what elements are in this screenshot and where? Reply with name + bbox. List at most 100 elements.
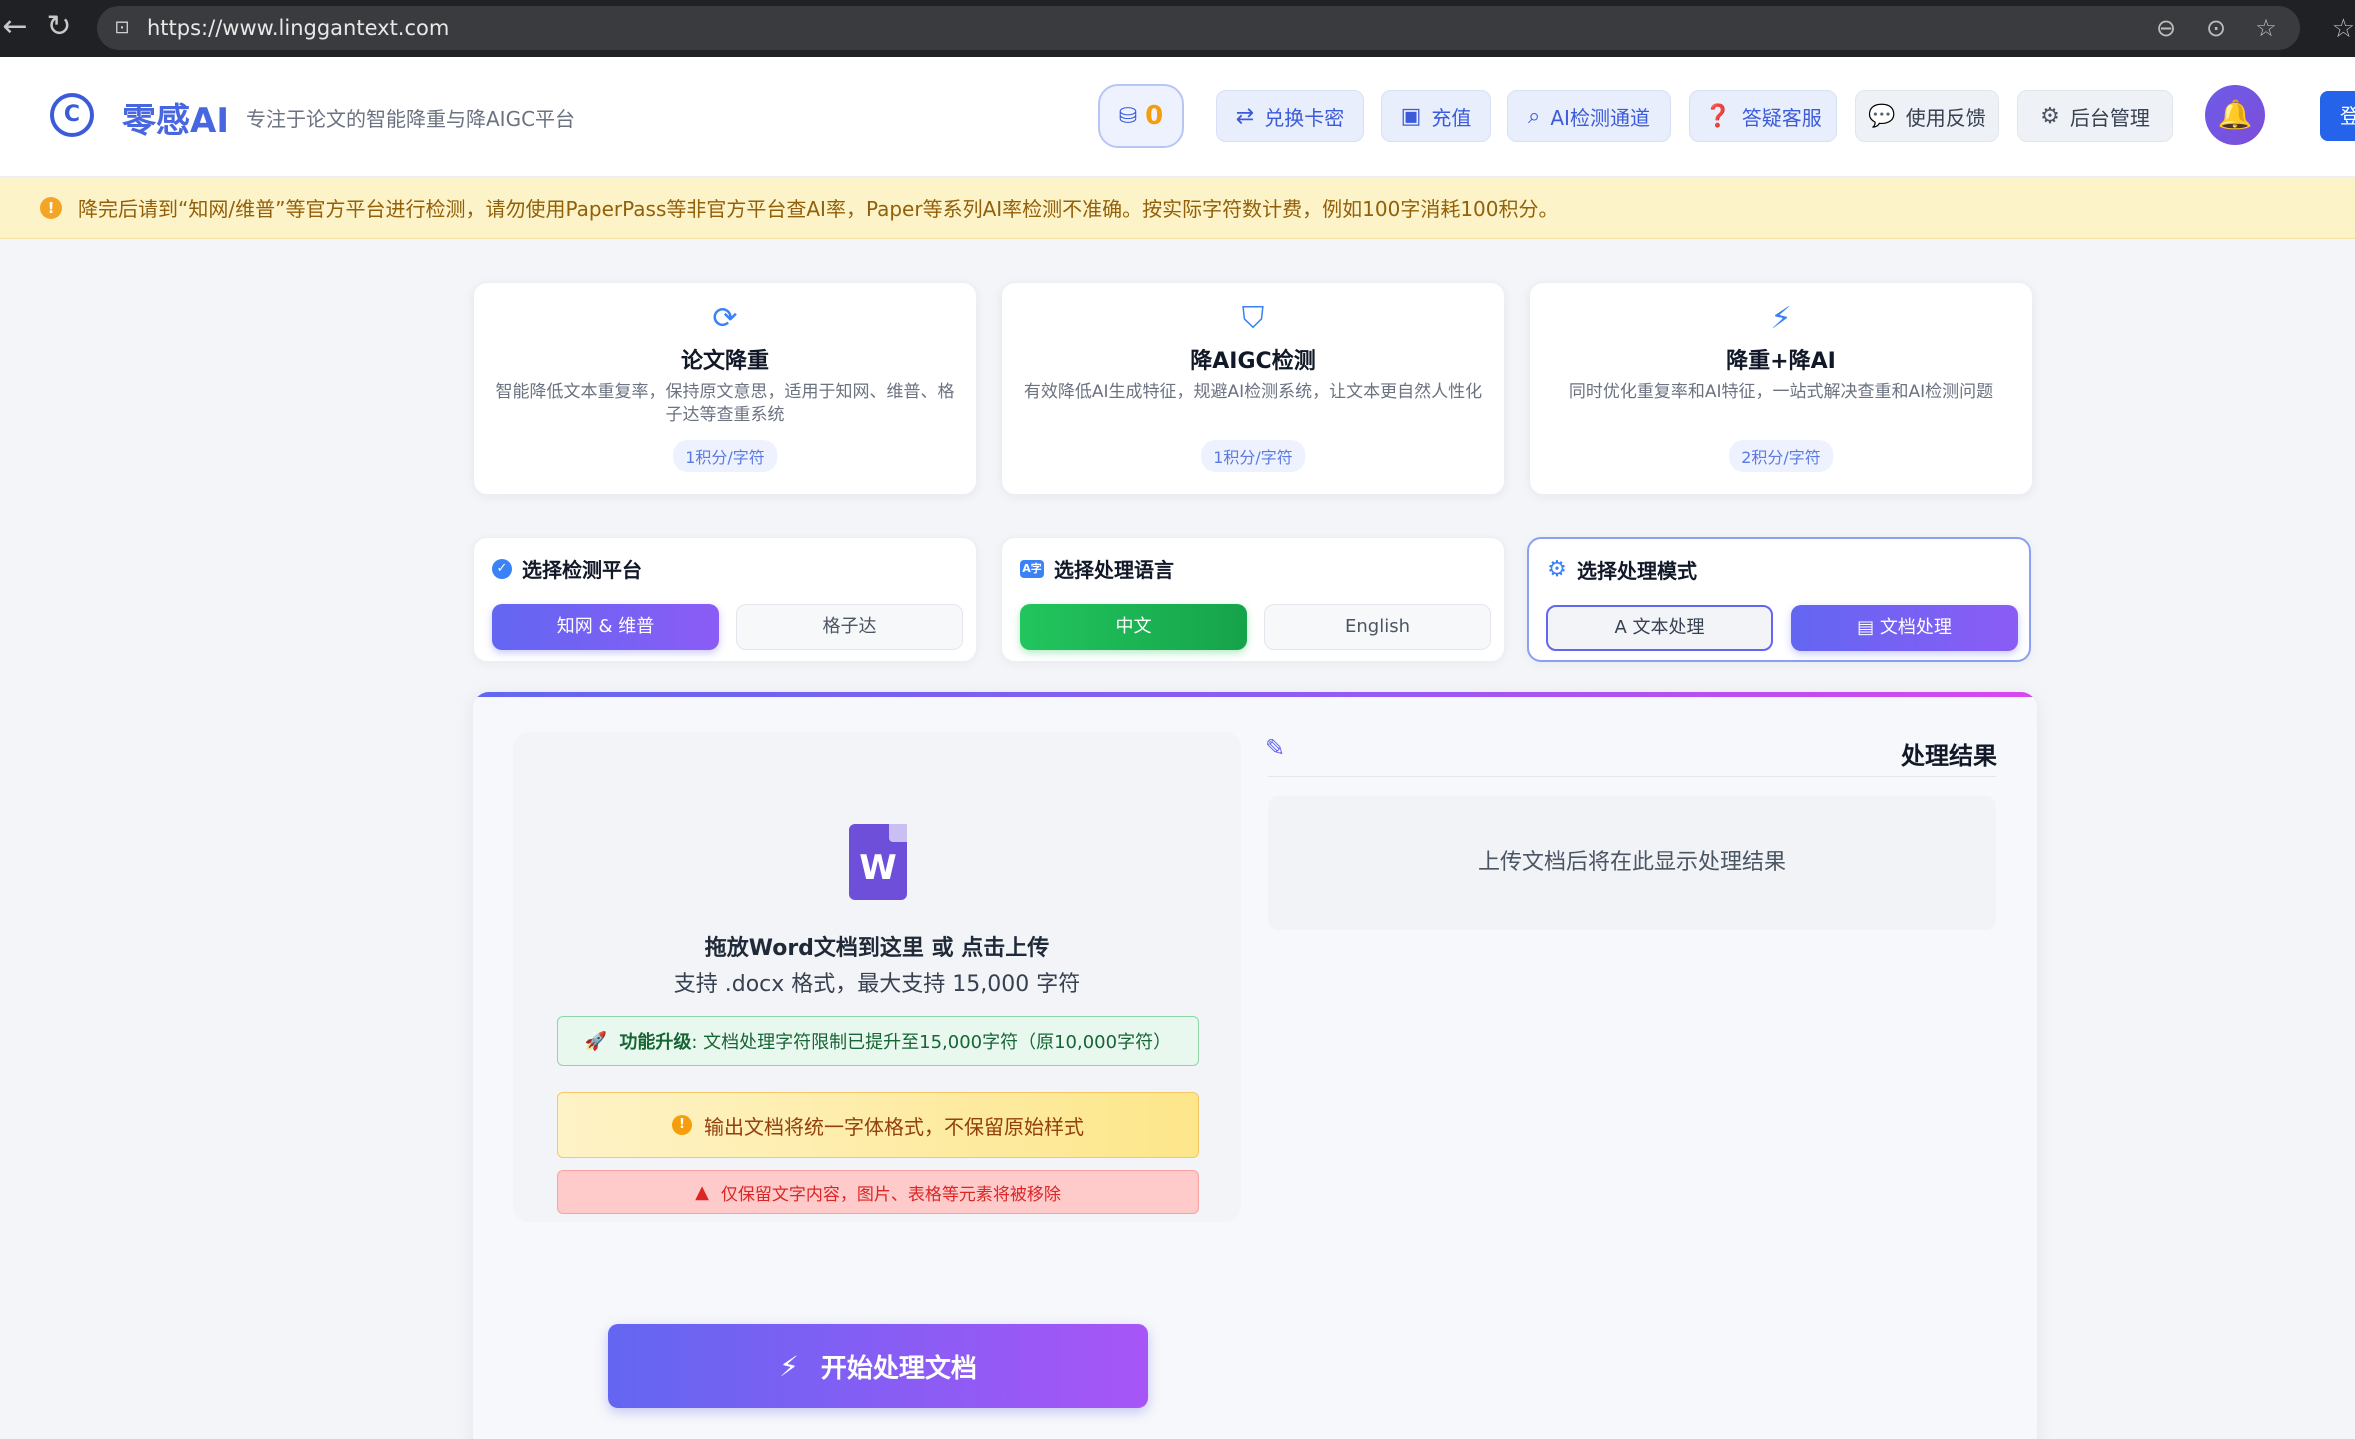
exchange-label: 兑换卡密 <box>1264 105 1345 130</box>
search-icon: ⌕ <box>1528 103 1541 129</box>
pencil-icon[interactable]: ✎ <box>1265 734 1285 762</box>
wallet-icon: ▣ <box>1400 103 1422 129</box>
mode-text-option[interactable]: A 文本处理 <box>1546 605 1773 651</box>
rocket-icon: 🚀 <box>584 1030 608 1052</box>
platform-gezida-option[interactable]: 格子达 <box>736 604 963 650</box>
feature-price: 1积分/字符 <box>1201 440 1305 472</box>
upload-title: 拖放Word文档到这里 或 点击上传 <box>704 936 1050 961</box>
more-icon[interactable]: ⊙ <box>2202 14 2230 42</box>
mode-heading: ⚙ 选择处理模式 <box>1547 555 1697 584</box>
feedback-label: 使用反馈 <box>1905 105 1986 130</box>
info-icon: ! <box>672 1115 692 1135</box>
mode-title: 选择处理模式 <box>1577 559 1697 583</box>
gradient-top-bar <box>473 692 2037 697</box>
format-notice: ! 输出文档将统一字体格式，不保留原始样式 <box>557 1092 1199 1158</box>
feature-title: 论文降重 <box>680 349 769 374</box>
gears-icon: ⚙ <box>2040 103 2060 129</box>
upgrade-text: : 文档处理字符限制已提升至15,000字符（原10,000字符） <box>691 1032 1172 1053</box>
word-file-icon: W <box>849 824 907 900</box>
zoom-icon[interactable]: ⊖ <box>2152 14 2180 42</box>
start-processing-button[interactable]: ⚡ 开始处理文档 <box>608 1324 1148 1408</box>
upgrade-notice: 🚀 功能升级: 文档处理字符限制已提升至15,000字符（原10,000字符） <box>557 1016 1199 1066</box>
feature-desc: 同时优化重复率和AI特征，一站式解决查重和AI检测问题 <box>1568 382 1994 402</box>
refresh-icon: ⟳ <box>712 301 738 336</box>
upgrade-label: 功能升级 <box>619 1032 692 1053</box>
reload-icon[interactable]: ↻ <box>44 12 74 42</box>
address-bar[interactable]: ⊡ https://www.linggantext.com ⊖ ⊙ ☆ <box>97 6 2300 50</box>
gears-icon: ⚙ <box>1547 556 1567 582</box>
platform-selector: ✓ 选择检测平台 知网 & 维普 格子达 <box>473 537 977 662</box>
processing-panel: W 拖放Word文档到这里 或 点击上传 支持 .docx 格式，最大支持 15… <box>473 692 2037 1439</box>
ai-detect-label: AI检测通道 <box>1550 105 1650 130</box>
browser-chrome: ← ↻ ⊡ https://www.linggantext.com ⊖ ⊙ ☆ … <box>0 0 2355 57</box>
admin-label: 后台管理 <box>2069 105 2150 130</box>
favorites-icon[interactable]: ☆ <box>2332 14 2355 44</box>
logo-icon[interactable]: C <box>50 93 94 137</box>
language-title: 选择处理语言 <box>1054 558 1174 582</box>
exchange-icon: ⇄ <box>1235 103 1255 129</box>
back-icon[interactable]: ← <box>0 12 30 42</box>
feature-desc: 有效降低AI生成特征，规避AI检测系统，让文本更自然人性化 <box>1023 382 1483 402</box>
mode-document-label: 文档处理 <box>1879 617 1952 638</box>
feature-price: 1积分/字符 <box>673 440 777 472</box>
site-info-icon[interactable]: ⊡ <box>111 17 133 39</box>
brand-name[interactable]: 零感AI <box>122 93 229 142</box>
warning-icon: ! <box>40 196 62 219</box>
platform-title: 选择检测平台 <box>522 558 642 582</box>
credits-badge[interactable]: ⛁ 0 <box>1098 84 1184 148</box>
tagline: 专注于论文的智能降重与降AIGC平台 <box>246 107 576 131</box>
login-button[interactable]: 登 <box>2320 91 2355 141</box>
language-heading: A字 选择处理语言 <box>1020 554 1174 583</box>
comment-icon: 💬 <box>1868 103 1896 129</box>
platform-cnki-option[interactable]: 知网 & 维普 <box>492 604 719 650</box>
feature-card-rewrite[interactable]: ⟳ 论文降重 智能降低文本重复率，保持原文意思，适用于知网、维普、格子达等查重系… <box>473 282 977 495</box>
bell-icon[interactable]: 🔔 <box>2205 85 2265 145</box>
url-text[interactable]: https://www.linggantext.com <box>147 16 449 40</box>
mode-selector: ⚙ 选择处理模式 A 文本处理 ▤ 文档处理 <box>1527 537 2031 662</box>
notice-bar: ! 降完后请到“知网/维普”等官方平台进行检测，请勿使用PaperPass等非官… <box>0 177 2355 239</box>
feature-title: 降AIGC检测 <box>1190 349 1316 374</box>
start-processing-label: 开始处理文档 <box>820 1353 977 1384</box>
admin-button[interactable]: ⚙ 后台管理 <box>2017 90 2173 142</box>
text-format-icon: A <box>1614 617 1633 638</box>
format-notice-text: 输出文档将统一字体格式，不保留原始样式 <box>704 1114 1084 1139</box>
result-divider <box>1268 776 1996 777</box>
upload-dropzone[interactable]: W 拖放Word文档到这里 或 点击上传 支持 .docx 格式，最大支持 15… <box>513 732 1241 1222</box>
upload-subtitle: 支持 .docx 格式，最大支持 15,000 字符 <box>673 972 1081 997</box>
result-title: 处理结果 <box>1901 742 1997 770</box>
mode-text-label: 文本处理 <box>1632 617 1705 638</box>
language-icon: A字 <box>1020 559 1044 578</box>
coins-icon: ⛁ <box>1118 103 1138 129</box>
help-icon: ❓ <box>1704 103 1732 129</box>
language-english-option[interactable]: English <box>1264 604 1491 650</box>
feature-desc: 智能降低文本重复率，保持原文意思，适用于知网、维普、格子达等查重系统 <box>495 382 955 425</box>
feature-title: 降重+降AI <box>1726 349 1836 374</box>
address-tools: ⊖ ⊙ ☆ <box>2152 14 2280 42</box>
recharge-label: 充值 <box>1431 105 1472 130</box>
feedback-button[interactable]: 💬 使用反馈 <box>1855 90 1999 142</box>
shield-icon: ⛉ <box>1241 301 1265 336</box>
bookmark-star-icon[interactable]: ☆ <box>2252 14 2280 42</box>
check-circle-icon: ✓ <box>492 558 512 579</box>
site-header: C 零感AI 专注于论文的智能降重与降AIGC平台 ⛁ 0 ⇄ 兑换卡密 ▣ 充… <box>0 57 2355 177</box>
feature-card-aigc[interactable]: ⛉ 降AIGC检测 有效降低AI生成特征，规避AI检测系统，让文本更自然人性化 … <box>1001 282 1505 495</box>
exchange-card-button[interactable]: ⇄ 兑换卡密 <box>1216 90 1364 142</box>
bolt-icon: ⚡ <box>779 1349 799 1383</box>
notice-text: 降完后请到“知网/维普”等官方平台进行检测，请勿使用PaperPass等非官方平… <box>78 197 1559 221</box>
credits-count: 0 <box>1145 101 1164 131</box>
mode-document-option[interactable]: ▤ 文档处理 <box>1791 605 2018 651</box>
feature-card-combo[interactable]: ⚡ 降重+降AI 同时优化重复率和AI特征，一站式解决查重和AI检测问题 2积分… <box>1529 282 2033 495</box>
ai-detect-button[interactable]: ⌕ AI检测通道 <box>1507 90 1671 142</box>
support-button[interactable]: ❓ 答疑客服 <box>1689 90 1837 142</box>
content-warning-text: 仅保留文字内容，图片、表格等元素将被移除 <box>720 1184 1061 1205</box>
upgrade-message: 功能升级: 文档处理字符限制已提升至15,000字符（原10,000字符） <box>619 1028 1171 1054</box>
language-chinese-option[interactable]: 中文 <box>1020 604 1247 650</box>
support-label: 答疑客服 <box>1741 105 1822 130</box>
result-placeholder: 上传文档后将在此显示处理结果 <box>1268 796 1996 930</box>
alert-triangle-icon: ▲ <box>695 1181 709 1203</box>
recharge-button[interactable]: ▣ 充值 <box>1381 90 1491 142</box>
platform-heading: ✓ 选择检测平台 <box>492 554 642 583</box>
language-selector: A字 选择处理语言 中文 English <box>1001 537 1505 662</box>
feature-price: 2积分/字符 <box>1729 440 1833 472</box>
bolt-icon: ⚡ <box>1770 301 1792 336</box>
